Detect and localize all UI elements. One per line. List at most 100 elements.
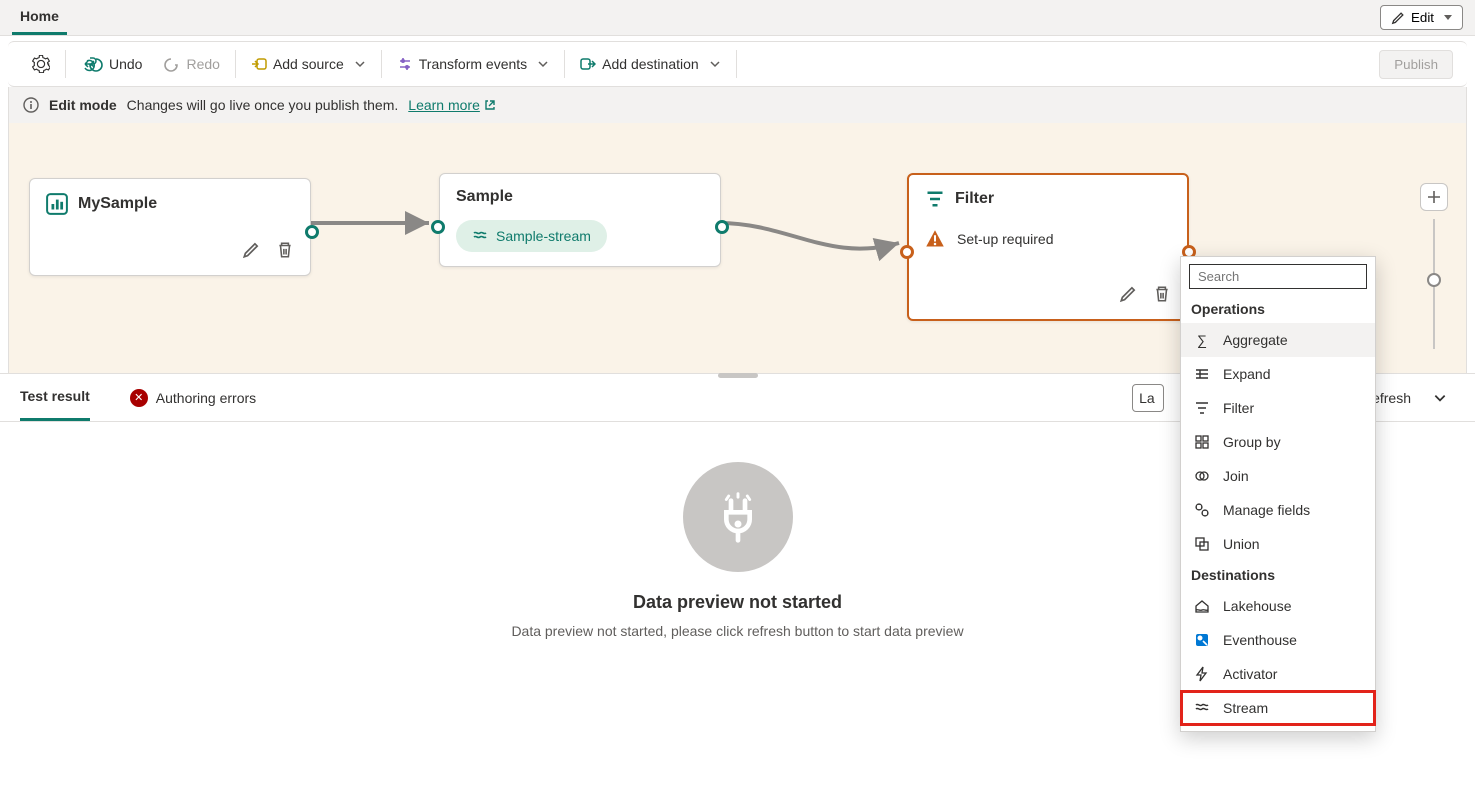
add-source-button[interactable]: Add source — [245, 50, 372, 78]
trash-icon — [1153, 285, 1171, 303]
refresh-partial[interactable]: efresh — [1372, 390, 1411, 406]
menu-item-eventhouse[interactable]: Eventhouse — [1181, 623, 1375, 657]
undo-icon — [87, 56, 103, 72]
publish-button[interactable]: Publish — [1379, 50, 1453, 79]
menu-head-operations: Operations — [1181, 295, 1375, 323]
toolbar: Undo Redo Add source Transform events Ad… — [8, 41, 1467, 87]
menu-item-join[interactable]: Join — [1181, 459, 1375, 493]
add-destination-icon — [580, 56, 596, 72]
transform-label: Transform events — [419, 56, 527, 72]
filter-icon — [1193, 399, 1211, 417]
plug-illustration — [683, 462, 793, 572]
last-dropdown[interactable]: La — [1132, 384, 1164, 412]
edit-mode-label: Edit mode — [49, 97, 117, 113]
plus-icon — [1427, 190, 1441, 204]
ribbon: Home Edit — [0, 0, 1475, 36]
menu-item-filter[interactable]: Filter — [1181, 391, 1375, 425]
info-icon — [23, 97, 39, 113]
undo-button[interactable]: Undo — [75, 50, 148, 78]
pencil-icon — [1391, 11, 1405, 25]
edit-node-button[interactable] — [1115, 281, 1141, 307]
expand-icon — [1193, 365, 1211, 383]
lakehouse-icon — [1193, 597, 1211, 615]
preview-empty-desc: Data preview not started, please click r… — [511, 623, 963, 639]
learn-more-link[interactable]: Learn more — [408, 97, 496, 113]
menu-head-destinations: Destinations — [1181, 561, 1375, 589]
edit-mode-desc: Changes will go live once you publish th… — [127, 97, 399, 113]
caret-down-icon — [1444, 15, 1452, 21]
node-title: MySample — [78, 195, 157, 213]
node-filter[interactable]: Filter Set-up required — [907, 173, 1189, 321]
transform-events-button[interactable]: Transform events — [391, 50, 555, 78]
chevron-down-icon — [537, 58, 549, 70]
undo-label: Undo — [109, 56, 142, 72]
output-port[interactable] — [715, 220, 729, 234]
node-sample[interactable]: Sample Sample-stream — [439, 173, 721, 267]
settings-button[interactable] — [26, 49, 56, 79]
menu-item-expand[interactable]: Expand — [1181, 357, 1375, 391]
node-title: Sample — [456, 188, 513, 206]
transform-icon — [397, 56, 413, 72]
menu-item-aggregate[interactable]: ∑ Aggregate — [1181, 323, 1375, 357]
menu-item-stream[interactable]: Stream — [1181, 691, 1375, 725]
node-title: Filter — [955, 190, 994, 208]
stream-icon — [472, 228, 488, 244]
redo-button[interactable]: Redo — [158, 50, 225, 78]
resize-handle[interactable] — [718, 373, 758, 378]
redo-label: Redo — [186, 56, 219, 72]
chevron-down-icon — [354, 58, 366, 70]
add-destination-button[interactable]: Add destination — [574, 50, 727, 78]
input-port[interactable] — [900, 245, 914, 259]
menu-search-input[interactable] — [1189, 264, 1367, 289]
stream-icon — [1193, 699, 1211, 717]
add-source-label: Add source — [273, 56, 344, 72]
node-mysample[interactable]: MySample — [29, 178, 311, 276]
edit-button[interactable]: Edit — [1380, 5, 1463, 30]
sigma-icon: ∑ — [1193, 331, 1211, 349]
ribbon-tab-home[interactable]: Home — [12, 0, 67, 35]
tab-authoring-errors[interactable]: ✕ Authoring errors — [130, 374, 256, 421]
group-icon — [1193, 433, 1211, 451]
chevron-down-icon[interactable] — [1433, 391, 1447, 405]
menu-item-activator[interactable]: Activator — [1181, 657, 1375, 691]
preview-empty-title: Data preview not started — [633, 592, 842, 613]
menu-item-lakehouse[interactable]: Lakehouse — [1181, 589, 1375, 623]
menu-item-groupby[interactable]: Group by — [1181, 425, 1375, 459]
delete-node-button[interactable] — [272, 237, 298, 263]
warning-icon — [925, 229, 945, 249]
activator-icon — [1193, 665, 1211, 683]
manage-icon — [1193, 501, 1211, 519]
error-badge-icon: ✕ — [130, 389, 148, 407]
external-link-icon — [484, 99, 496, 111]
stream-pill[interactable]: Sample-stream — [456, 220, 607, 252]
warn-text: Set-up required — [957, 231, 1054, 247]
union-icon — [1193, 535, 1211, 553]
chevron-down-icon — [709, 58, 721, 70]
add-destination-label: Add destination — [602, 56, 699, 72]
join-icon — [1193, 467, 1211, 485]
delete-node-button[interactable] — [1149, 281, 1175, 307]
pencil-icon — [242, 241, 260, 259]
edit-node-button[interactable] — [238, 237, 264, 263]
zoom-in-button[interactable] — [1420, 183, 1448, 211]
add-menu: Operations ∑ Aggregate Expand Filter Gro… — [1180, 256, 1376, 732]
stream-label: Sample-stream — [496, 228, 591, 244]
tab-test-result[interactable]: Test result — [20, 374, 90, 421]
menu-item-union[interactable]: Union — [1181, 527, 1375, 561]
redo-icon — [164, 56, 180, 72]
chart-icon — [46, 193, 68, 215]
menu-item-manage-fields[interactable]: Manage fields — [1181, 493, 1375, 527]
gear-icon — [32, 55, 50, 73]
filter-icon — [925, 189, 945, 209]
trash-icon — [276, 241, 294, 259]
add-source-icon — [251, 56, 267, 72]
edit-mode-banner: Edit mode Changes will go live once you … — [8, 87, 1467, 123]
zoom-thumb[interactable] — [1427, 273, 1441, 287]
pencil-icon — [1119, 285, 1137, 303]
plug-icon — [710, 489, 766, 545]
edit-button-label: Edit — [1411, 10, 1434, 25]
output-port[interactable] — [305, 225, 319, 239]
input-port[interactable] — [431, 220, 445, 234]
eventhouse-icon — [1193, 631, 1211, 649]
setup-required-row: Set-up required — [925, 223, 1173, 259]
